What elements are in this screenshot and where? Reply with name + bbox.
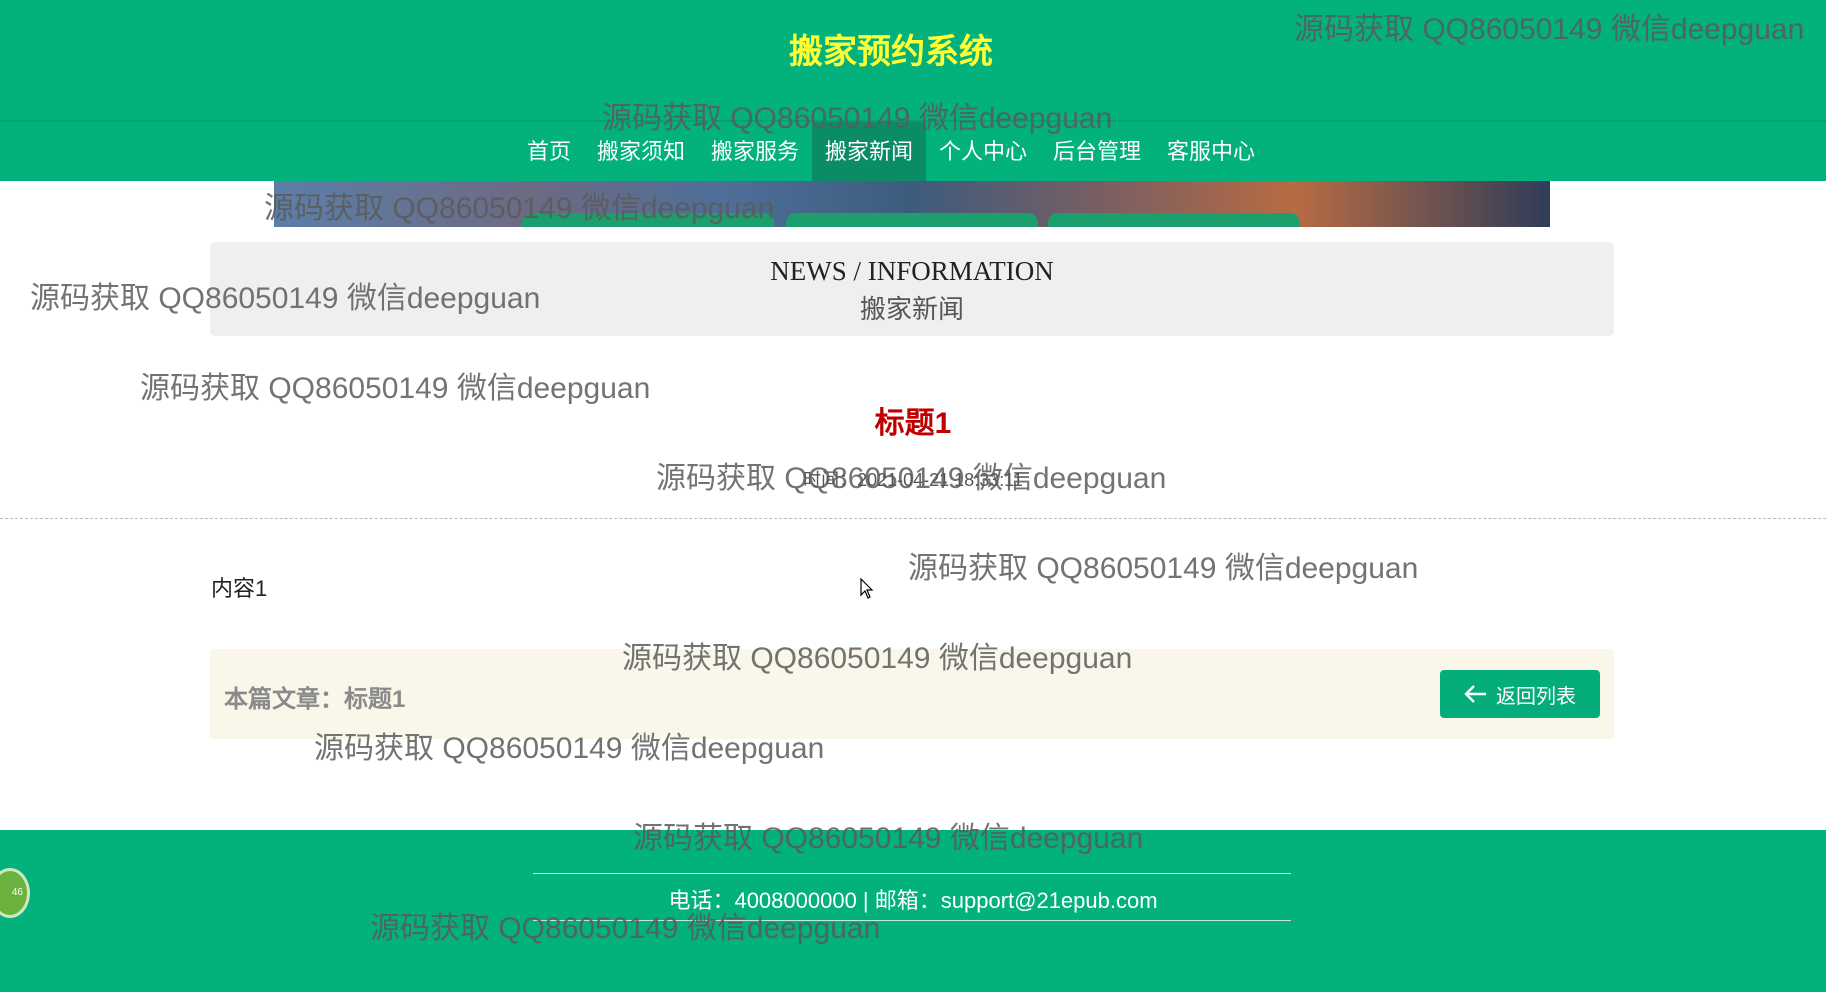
article-title: 标题1	[874, 407, 952, 440]
watermark: 源码获取 QQ86050149 微信deepguan	[908, 552, 1419, 585]
nav-item-customer-service[interactable]: 客服中心	[1154, 122, 1268, 181]
arrow-left-icon	[1464, 685, 1486, 703]
main-nav: 首页 搬家须知 搬家服务 搬家新闻 个人中心 后台管理 客服中心	[0, 122, 1782, 181]
site-footer: 电话：4008000000 | 邮箱：support@21epub.com	[0, 830, 1826, 992]
mouse-cursor-icon	[860, 578, 874, 599]
footer-divider	[533, 873, 1291, 874]
back-to-list-button[interactable]: 返回列表	[1440, 670, 1600, 718]
site-header: 搬家预约系统 首页 搬家须知 搬家服务 搬家新闻 个人中心 后台管理 客服中心	[0, 0, 1826, 181]
back-to-list-label: 返回列表	[1496, 685, 1576, 708]
nav-item-moving-service[interactable]: 搬家服务	[698, 122, 812, 181]
banner-tab	[786, 213, 1038, 227]
news-heading-english: NEWS / INFORMATION	[770, 256, 1054, 286]
news-heading-chinese: 搬家新闻	[859, 295, 964, 324]
article-divider	[0, 518, 1826, 519]
site-title: 搬家预约系统	[789, 33, 993, 71]
nav-item-personal-center[interactable]: 个人中心	[926, 122, 1040, 181]
article-content: 内容1	[211, 576, 268, 601]
banner-image	[274, 181, 1550, 227]
nav-item-moving-notice[interactable]: 搬家须知	[584, 122, 698, 181]
current-article-label: 本篇文章：标题1	[224, 686, 406, 713]
news-heading-box: NEWS / INFORMATION 搬家新闻	[210, 242, 1614, 336]
article-footer-bar: 本篇文章：标题1 返回列表	[210, 649, 1614, 739]
footer-divider	[533, 920, 1291, 921]
footer-contact: 电话：4008000000 | 邮箱：support@21epub.com	[668, 888, 1158, 913]
nav-item-home[interactable]: 首页	[514, 122, 584, 181]
nav-item-admin[interactable]: 后台管理	[1040, 122, 1154, 181]
banner-tab	[1048, 213, 1300, 227]
nav-item-moving-news[interactable]: 搬家新闻	[811, 122, 926, 181]
article-time: 时间：2021-04-21 18:33:11	[803, 470, 1023, 490]
banner-tab	[522, 213, 774, 227]
